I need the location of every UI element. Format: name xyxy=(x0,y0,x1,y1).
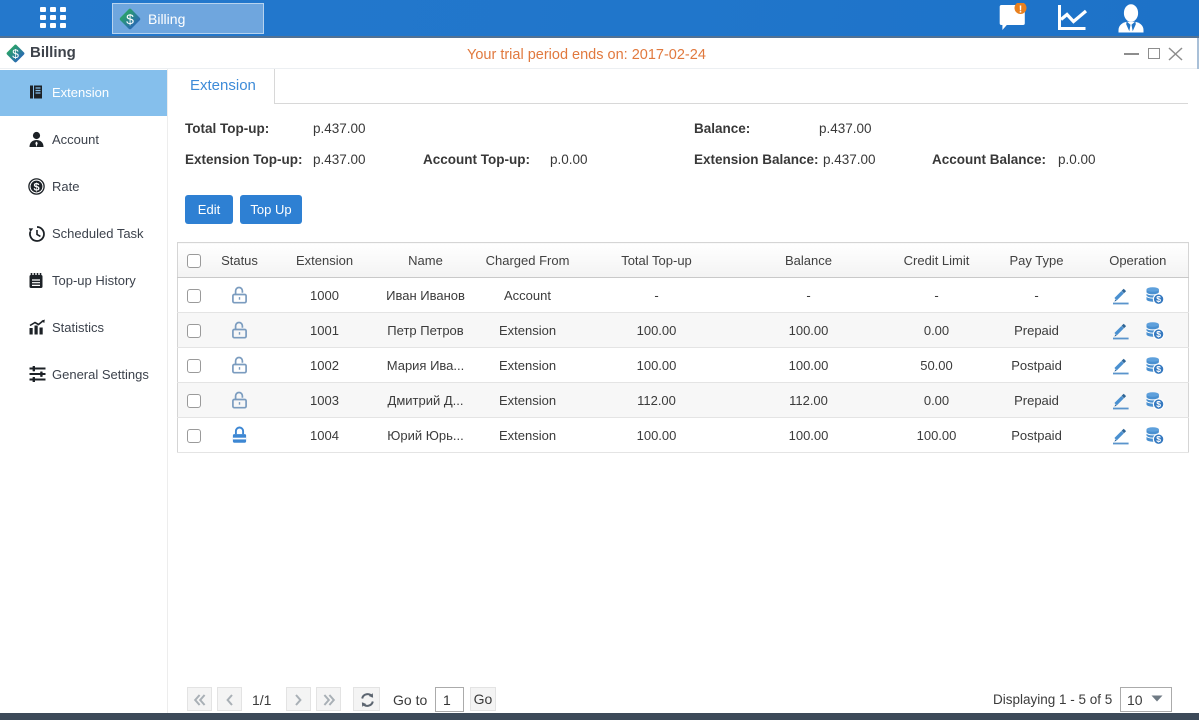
svg-text:$: $ xyxy=(1156,329,1161,339)
svg-text:$: $ xyxy=(1156,434,1161,444)
svg-text:$: $ xyxy=(1156,294,1161,304)
svg-text:$: $ xyxy=(1156,399,1161,409)
svg-text:$: $ xyxy=(126,11,134,27)
svg-text:$: $ xyxy=(12,47,19,61)
svg-text:$: $ xyxy=(1156,364,1161,374)
svg-text:$: $ xyxy=(33,182,39,194)
svg-text:!: ! xyxy=(1019,4,1023,16)
